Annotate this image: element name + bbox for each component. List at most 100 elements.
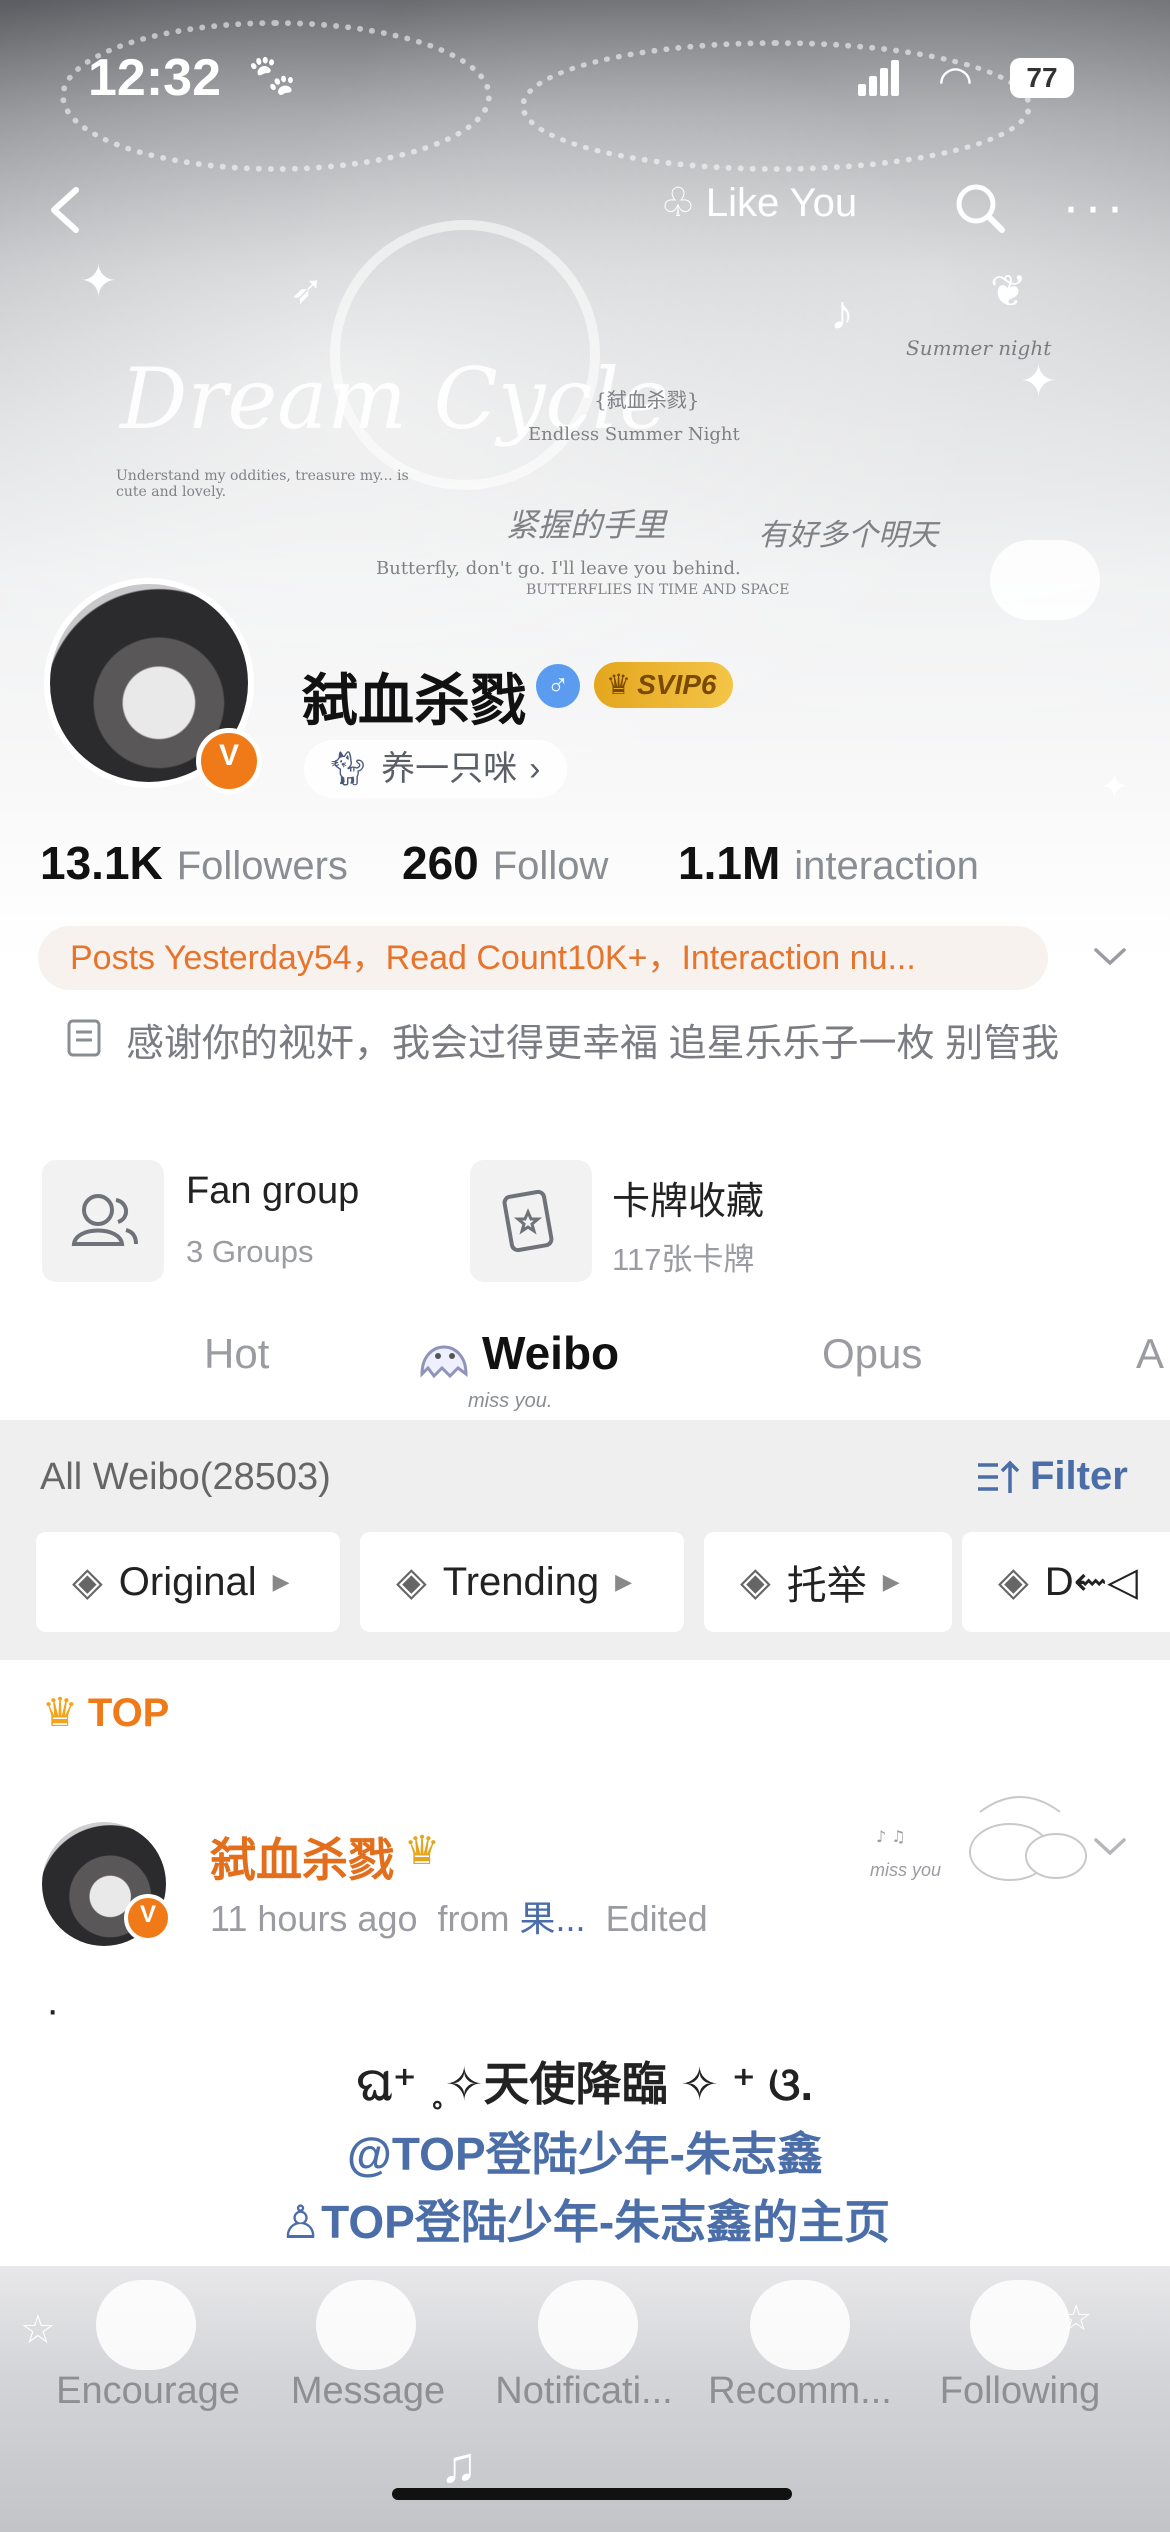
sticker-caption: miss you bbox=[870, 1860, 942, 1880]
card-collection-subtitle: 117张卡牌 bbox=[612, 1242, 755, 1277]
verified-badge-icon: V bbox=[196, 728, 262, 794]
banner-summer-night: Summer night bbox=[906, 336, 1052, 360]
paw-outline-icon: ♧ bbox=[660, 181, 696, 225]
like-you-button[interactable]: ♧ Like You bbox=[660, 180, 857, 226]
banner-subtitle: Endless Summer Night bbox=[528, 424, 740, 445]
member-crown-icon: ♛ bbox=[404, 1829, 440, 1873]
stat-followers[interactable]: 13.1K Followers bbox=[40, 836, 348, 890]
post-time: 11 hours ago bbox=[210, 1898, 418, 1939]
sparkle-icon: ✦ bbox=[1100, 768, 1129, 806]
stat-value: 13.1K bbox=[40, 837, 163, 889]
following-cat-icon[interactable] bbox=[970, 2280, 1070, 2370]
banner-small-line: Understand my oddities, treasure my... i… bbox=[116, 468, 409, 500]
butterfly-icon: ❦ bbox=[990, 267, 1027, 316]
svg-text:♪ ♫: ♪ ♫ bbox=[876, 1827, 906, 1846]
recommend-bear-icon[interactable] bbox=[750, 2280, 850, 2370]
pet-chip[interactable]: 🐈︎ 养一只咪 › bbox=[304, 740, 567, 798]
stat-interaction[interactable]: 1.1M interaction bbox=[678, 836, 979, 890]
nav-message[interactable]: Message bbox=[268, 2370, 468, 2413]
chip-original[interactable]: ◈ Original ▶ bbox=[36, 1532, 340, 1632]
crown-icon: ♛ bbox=[42, 1691, 78, 1735]
banner-handwriting-left: 紧握的手里 bbox=[506, 506, 667, 544]
top-label-text: TOP bbox=[87, 1690, 170, 1735]
nav-following[interactable]: Following bbox=[920, 2370, 1120, 2413]
chip-custom[interactable]: ◈ D⇜◁ bbox=[962, 1532, 1170, 1632]
chevron-down-icon[interactable] bbox=[1090, 936, 1130, 976]
status-time: 12:32 bbox=[88, 49, 221, 107]
nav-notifications[interactable]: Notificati... bbox=[474, 2370, 694, 2413]
post-profile-link[interactable]: ♙TOP登陆少年-朱志鑫的主页 bbox=[0, 2186, 1170, 2252]
banner-butterflies-line: BUTTERFLIES IN TIME AND SPACE bbox=[526, 582, 790, 598]
triangle-right-icon: ▶ bbox=[615, 1569, 633, 1594]
layers-icon: ◈ bbox=[740, 1560, 771, 1604]
signal-icon bbox=[858, 60, 900, 96]
all-weibo-count: All Weibo(28503) bbox=[40, 1456, 331, 1498]
fan-group-card-icon[interactable] bbox=[42, 1160, 164, 1282]
layers-icon: ◈ bbox=[396, 1560, 427, 1604]
layers-icon: ◈ bbox=[998, 1560, 1029, 1604]
nav-encourage[interactable]: Encourage bbox=[48, 2370, 248, 2413]
stat-follow[interactable]: 260 Follow bbox=[402, 836, 608, 890]
chip-label: 托举 bbox=[786, 1564, 867, 1608]
document-icon bbox=[64, 1018, 104, 1058]
post-chevron-down-icon[interactable] bbox=[1090, 1826, 1130, 1866]
posts-summary[interactable]: Posts Yesterday54，Read Count10K+，Interac… bbox=[38, 926, 1048, 990]
tab-hot[interactable]: Hot bbox=[204, 1330, 269, 1378]
message-cat-icon[interactable] bbox=[316, 2280, 416, 2370]
stat-label: Followers bbox=[176, 844, 348, 888]
back-icon[interactable] bbox=[38, 180, 98, 240]
filter-icon bbox=[978, 1460, 1020, 1493]
encourage-cloud-icon[interactable] bbox=[96, 2280, 196, 2370]
tab-weibo[interactable]: Weibo bbox=[482, 1326, 619, 1380]
username: 弑血杀戮 bbox=[302, 669, 526, 734]
card-collection-title[interactable]: 卡牌收藏 bbox=[612, 1170, 764, 1225]
banner-butterfly-line: Butterfly, don't go. I'll leave you behi… bbox=[376, 558, 741, 579]
tab-more[interactable]: A bbox=[1136, 1330, 1164, 1378]
svip-label: SVIP6 bbox=[637, 669, 717, 700]
chip-trending[interactable]: ◈ Trending ▶ bbox=[360, 1532, 684, 1632]
post-line-1: ଘ⁺ ˳✧天使降臨 ✧ ⁺ ଓ. bbox=[356, 2058, 814, 2110]
post-dot: · bbox=[46, 1988, 60, 2032]
search-icon[interactable] bbox=[950, 178, 1010, 238]
banner-tag: {弑血杀戮} bbox=[594, 388, 700, 412]
bird-icon: ➶ bbox=[290, 268, 324, 312]
layers-icon: ◈ bbox=[72, 1560, 103, 1604]
svip-badge[interactable]: ♛ SVIP6 bbox=[594, 662, 733, 708]
filter-button[interactable]: Filter bbox=[976, 1454, 1128, 1499]
chip-label: D⇜◁ bbox=[1044, 1560, 1138, 1604]
bio-text: 感谢你的视奸，我会过得更幸福 追星乐乐子一枚 别管我 bbox=[126, 1023, 1060, 1065]
post-mention-link[interactable]: @TOP登陆少年-朱志鑫 bbox=[0, 2118, 1170, 2184]
card-collection-icon[interactable] bbox=[470, 1160, 592, 1282]
tab-opus[interactable]: Opus bbox=[822, 1330, 922, 1378]
music-note-icon: ♫ bbox=[440, 2437, 478, 2493]
profile-banner: ✦ ✦ ✦ ❦ ➶ ♪ Dream Cycle Endless Summer N… bbox=[0, 0, 1170, 960]
post-profile-link-text: TOP登陆少年-朱志鑫的主页 bbox=[321, 2196, 891, 2248]
more-icon[interactable]: ··· bbox=[1062, 179, 1128, 233]
crown-icon: ♛ bbox=[606, 669, 632, 700]
triangle-right-icon: ▶ bbox=[272, 1569, 290, 1594]
sparkle-icon: ✦ bbox=[80, 257, 117, 306]
triangle-right-icon: ▶ bbox=[882, 1569, 900, 1594]
tab-mascot-caption: miss you. bbox=[468, 1390, 553, 1412]
cat-icon: 🐈︎ bbox=[326, 750, 370, 788]
post-edited: Edited bbox=[605, 1898, 708, 1939]
ghost-mascot-icon bbox=[412, 1318, 476, 1384]
male-gender-icon: ♂ bbox=[536, 664, 580, 708]
notification-umbrella-icon[interactable] bbox=[538, 2280, 638, 2370]
chip-tuoju[interactable]: ◈ 托举 ▶ bbox=[704, 1532, 952, 1632]
sparkle-icon: ✦ bbox=[1020, 357, 1057, 406]
paw-icon: 🐾︎ bbox=[244, 52, 300, 101]
music-note-icon: ♪ bbox=[830, 287, 854, 340]
battery-icon: 77 bbox=[1010, 58, 1074, 98]
chip-label: Trending bbox=[442, 1559, 600, 1604]
fan-group-title[interactable]: Fan group bbox=[186, 1170, 359, 1213]
cat-sticker bbox=[990, 540, 1100, 620]
post-sticker-decoration: ♪ ♫ miss you bbox=[870, 1772, 1110, 1892]
banner-handwriting-right: 有好多个明天 bbox=[758, 518, 938, 553]
stat-label: Follow bbox=[492, 844, 609, 888]
post-source[interactable]: 果... bbox=[520, 1898, 586, 1939]
post-meta: 11 hours ago from 果... Edited bbox=[210, 1890, 708, 1942]
filter-label: Filter bbox=[1030, 1454, 1128, 1498]
nav-recommend[interactable]: Recomm... bbox=[690, 2370, 910, 2413]
post-author[interactable]: 弑血杀戮 bbox=[210, 1824, 394, 1890]
